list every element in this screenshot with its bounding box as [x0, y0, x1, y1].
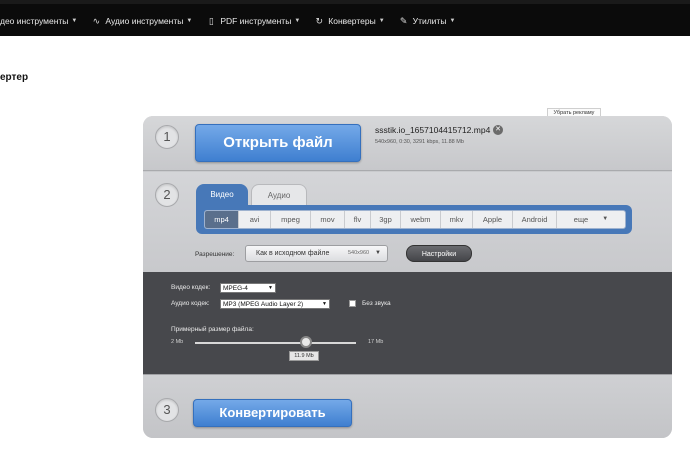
- top-navigation-bar: део инструменты ▼ ∿ Аудио инструменты ▼ …: [0, 0, 690, 36]
- chevron-down-icon: ▼: [449, 18, 456, 24]
- format-mkv[interactable]: mkv: [441, 211, 473, 228]
- file-meta: 540x960, 0:30, 3291 kbps, 11.88 Mb: [375, 139, 464, 145]
- format-webm[interactable]: webm: [401, 211, 441, 228]
- format-section: 2 Видео Аудио mp4 avi mpeg mov flv 3gp w…: [143, 172, 672, 272]
- video-codec-select[interactable]: MPEG-4 ▼: [220, 283, 276, 293]
- chevron-down-icon: ▼: [322, 301, 327, 307]
- open-file-button[interactable]: Открыть файл: [195, 124, 361, 162]
- chevron-down-icon: ▼: [294, 18, 301, 24]
- chevron-down-icon: ▼: [71, 18, 78, 24]
- format-mov[interactable]: mov: [311, 211, 345, 228]
- no-sound-label: Без звука: [362, 300, 391, 307]
- convert-button[interactable]: Конвертировать: [193, 399, 352, 427]
- audio-codec-label: Аудио кодек:: [171, 300, 210, 307]
- file-size-value: 11.9 Mb: [289, 351, 319, 361]
- nav-item-label: Аудио инструменты: [105, 16, 184, 26]
- resolution-value: Как в исходном файле: [256, 250, 330, 257]
- refresh-icon: ↻: [315, 16, 324, 26]
- no-sound-checkbox[interactable]: [349, 300, 356, 307]
- resolution-label: Разрешение:: [195, 251, 235, 258]
- file-size-slider-track[interactable]: [195, 342, 356, 344]
- format-more[interactable]: еще ▼: [557, 211, 625, 228]
- step-number-1: 1: [155, 125, 179, 149]
- document-icon: ▯: [208, 16, 214, 26]
- format-mp4[interactable]: mp4: [205, 211, 239, 228]
- top-strip: [0, 0, 690, 4]
- open-file-section: 1 Открыть файл ssstik.io_1657104415712.m…: [143, 116, 672, 171]
- nav-item-utilities[interactable]: ✎ Утилиты ▼: [399, 16, 456, 26]
- tab-video[interactable]: Видео: [196, 184, 248, 206]
- chevron-down-icon: ▼: [268, 285, 273, 291]
- nav-item-audio-tools[interactable]: ∿ Аудио инструменты ▼: [91, 16, 193, 26]
- format-more-label: еще: [573, 215, 589, 224]
- format-list: mp4 avi mpeg mov flv 3gp webm mkv Apple …: [204, 210, 626, 229]
- format-bar: mp4 avi mpeg mov flv 3gp webm mkv Apple …: [196, 205, 632, 234]
- step-number-3: 3: [155, 398, 179, 422]
- nav-item-video-tools[interactable]: део инструменты ▼: [0, 16, 77, 26]
- chevron-down-icon: ▼: [602, 216, 609, 222]
- nav-item-pdf-tools[interactable]: ▯ PDF инструменты ▼: [206, 16, 300, 26]
- video-codec-value: MPEG-4: [223, 285, 248, 292]
- size-max-label: 17 Mb: [368, 339, 384, 345]
- nav-item-label: Утилиты: [412, 16, 447, 26]
- format-flv[interactable]: flv: [345, 211, 371, 228]
- nav-item-label: део инструменты: [0, 16, 69, 26]
- nav-item-converters[interactable]: ↻ Конвертеры ▼: [314, 16, 385, 26]
- nav-item-label: Конвертеры: [328, 16, 376, 26]
- chevron-down-icon: ▼: [186, 18, 193, 24]
- file-size-slider-handle[interactable]: [300, 336, 312, 348]
- codec-settings-section: Видео кодек: MPEG-4 ▼ Аудио кодек: MP3 (…: [143, 272, 672, 374]
- resolution-dims: 540x960: [348, 250, 370, 256]
- chevron-down-icon: ▼: [378, 18, 385, 24]
- file-size-label: Примерный размер файла:: [171, 326, 254, 333]
- settings-button[interactable]: Настройки: [406, 245, 472, 262]
- format-apple[interactable]: Apple: [473, 211, 513, 228]
- format-3gp[interactable]: 3gp: [371, 211, 401, 228]
- page-title: ертер: [0, 72, 29, 83]
- converter-panel: 1 Открыть файл ssstik.io_1657104415712.m…: [143, 116, 672, 438]
- chevron-down-icon: ▼: [375, 250, 381, 256]
- audio-wave-icon: ∿: [92, 16, 101, 26]
- audio-codec-select[interactable]: MP3 (MPEG Audio Layer 2) ▼: [220, 299, 330, 309]
- remove-file-icon[interactable]: ✕: [493, 125, 503, 135]
- format-mpeg[interactable]: mpeg: [271, 211, 311, 228]
- resolution-select[interactable]: Как в исходном файле 540x960 ▼: [245, 245, 388, 262]
- audio-codec-value: MP3 (MPEG Audio Layer 2): [223, 301, 304, 308]
- convert-section: 3 Конвертировать: [143, 374, 672, 438]
- nav-menu: део инструменты ▼ ∿ Аудио инструменты ▼ …: [0, 12, 469, 30]
- file-name: ssstik.io_1657104415712.mp4: [375, 125, 491, 135]
- nav-item-label: PDF инструменты: [220, 16, 292, 26]
- wrench-icon: ✎: [399, 16, 408, 26]
- size-min-label: 2 Mb: [171, 339, 184, 345]
- step-number-2: 2: [155, 183, 179, 207]
- format-android[interactable]: Android: [513, 211, 557, 228]
- tab-audio[interactable]: Аудио: [251, 184, 307, 206]
- format-avi[interactable]: avi: [239, 211, 271, 228]
- video-codec-label: Видео кодек:: [171, 284, 211, 291]
